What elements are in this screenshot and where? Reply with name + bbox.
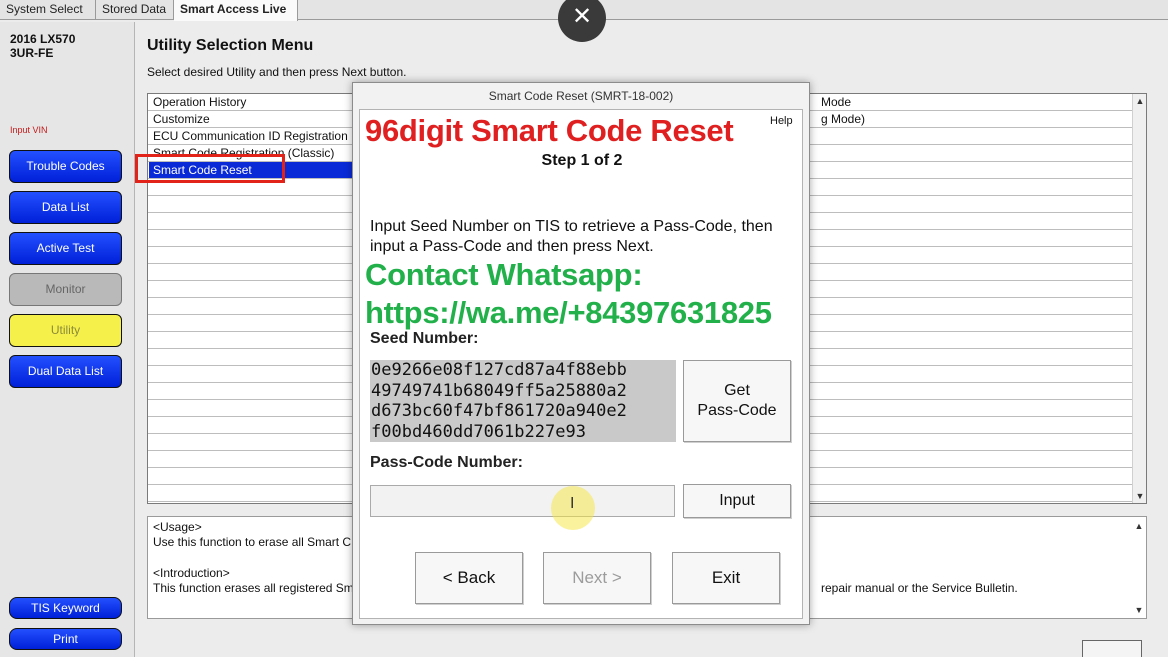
- input-vin-link[interactable]: Input VIN: [10, 125, 48, 135]
- help-link[interactable]: Help: [770, 115, 793, 127]
- list-right-fragment: Mode: [821, 95, 852, 109]
- get-passcode-label: Pass-Code: [697, 402, 777, 419]
- passcode-number-label: Pass-Code Number:: [370, 454, 523, 471]
- page-subtitle: Select desired Utility and then press Ne…: [147, 65, 407, 79]
- text-cursor-icon: I: [570, 495, 575, 512]
- seed-number-field[interactable]: 0e9266e08f127cd87a4f88ebb 49749741b68049…: [370, 360, 676, 442]
- tis-keyword-button[interactable]: TIS Keyword: [9, 597, 122, 619]
- list-item-operation-history[interactable]: Operation History: [153, 94, 246, 110]
- trouble-codes-button[interactable]: Trouble Codes: [9, 150, 122, 183]
- sidebar: 2016 LX570 3UR-FE Input VIN Trouble Code…: [0, 22, 135, 657]
- list-item-smart-code-reset[interactable]: Smart Code Reset: [149, 162, 352, 178]
- list-right-fragment: g Mode): [821, 112, 866, 126]
- usage-text: Use this function to erase all Smart C: [153, 535, 352, 549]
- vehicle-engine: 3UR-FE: [10, 46, 54, 60]
- seed-line: d673bc60f47bf861720a940e2: [371, 401, 627, 421]
- vehicle-model: 2016 LX570: [10, 32, 76, 46]
- back-button[interactable]: < Back: [415, 552, 523, 604]
- list-scrollbar[interactable]: ▲ ▼: [1132, 94, 1146, 503]
- usage-scroll-up-icon[interactable]: ▲: [1132, 519, 1146, 533]
- data-list-button[interactable]: Data List: [9, 191, 122, 224]
- tab-smart-access-live[interactable]: Smart Access Live: [174, 0, 298, 21]
- dialog-body: 96digit Smart Code Reset Help Step 1 of …: [359, 109, 803, 619]
- vehicle-info: 2016 LX570 3UR-FE: [10, 32, 75, 60]
- scroll-up-icon[interactable]: ▲: [1133, 94, 1147, 108]
- tab-stored-data[interactable]: Stored Data: [96, 0, 174, 20]
- monitor-button: Monitor: [9, 273, 122, 306]
- seed-line: 0e9266e08f127cd87a4f88ebb: [371, 360, 627, 380]
- contact-link: https://wa.me/+84397631825: [365, 295, 772, 330]
- get-passcode-button[interactable]: Get Pass-Code: [683, 360, 791, 442]
- smart-code-reset-dialog: Smart Code Reset (SMRT-18-002) 96digit S…: [352, 82, 810, 625]
- seed-line: f00bd460dd7061b227e93: [371, 421, 586, 442]
- list-item-smart-code-registration[interactable]: Smart Code Registration (Classic): [153, 145, 334, 161]
- intro-heading: <Introduction>: [153, 566, 230, 580]
- scroll-down-icon[interactable]: ▼: [1133, 489, 1147, 503]
- next-page-corner-button[interactable]: [1082, 640, 1142, 657]
- utility-button[interactable]: Utility: [9, 314, 122, 347]
- passcode-input[interactable]: [370, 485, 675, 517]
- seed-line: 49749741b68049ff5a25880a2: [371, 380, 627, 401]
- step-indicator: Step 1 of 2: [541, 152, 623, 169]
- exit-button[interactable]: Exit: [672, 552, 780, 604]
- next-button: Next >: [543, 552, 651, 604]
- overlay-heading: 96digit Smart Code Reset: [365, 113, 734, 148]
- print-button[interactable]: Print: [9, 628, 122, 650]
- active-test-button[interactable]: Active Test: [9, 232, 122, 265]
- intro-text: This function erases all registered Sm: [153, 581, 354, 595]
- usage-heading: <Usage>: [153, 520, 202, 534]
- usage-scroll-down-icon[interactable]: ▼: [1132, 603, 1146, 617]
- intro-text-right: repair manual or the Service Bulletin.: [821, 581, 1018, 595]
- instruction-text: Input Seed Number on TIS to retrieve a P…: [370, 218, 773, 255]
- tab-system-select[interactable]: System Select: [0, 0, 96, 20]
- get-passcode-label: Get: [724, 382, 750, 399]
- list-item-ecu-communication-id[interactable]: ECU Communication ID Registration: [153, 128, 348, 144]
- dual-data-list-button[interactable]: Dual Data List: [9, 355, 122, 388]
- page-title: Utility Selection Menu: [147, 37, 314, 54]
- seed-number-label: Seed Number:: [370, 330, 479, 347]
- input-button[interactable]: Input: [683, 484, 791, 518]
- contact-text: Contact Whatsapp:: [365, 257, 643, 292]
- list-item-customize[interactable]: Customize: [153, 111, 210, 127]
- dialog-title: Smart Code Reset (SMRT-18-002): [488, 89, 674, 103]
